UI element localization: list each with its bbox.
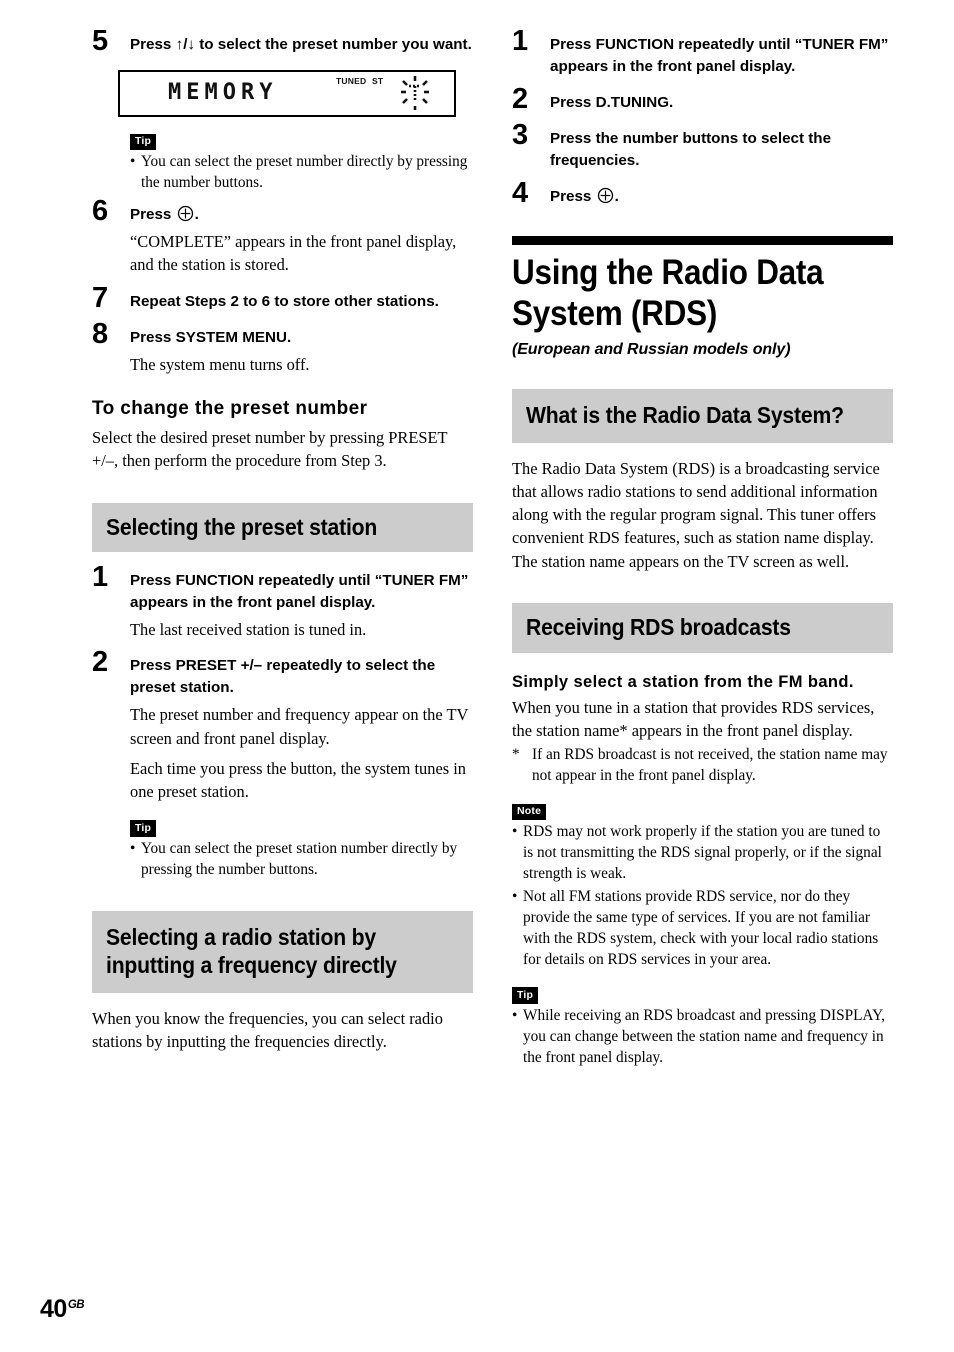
step-3-direct-tuning: 3 Press the number buttons to select the…	[512, 121, 893, 172]
footnote-text: If an RDS broadcast is not received, the…	[532, 746, 888, 785]
tip-list: You can select the preset number directl…	[130, 152, 473, 194]
step-number: 4	[512, 177, 528, 210]
step-number: 1	[92, 561, 108, 594]
step-number: 2	[92, 646, 108, 679]
list-item: You can select the preset station number…	[130, 839, 473, 881]
step-body: Each time you press the button, the syst…	[130, 759, 466, 802]
note-badge: Note	[512, 803, 547, 821]
section-banner-what-is-rds: What is the Radio Data System?	[512, 389, 893, 443]
tip-list: You can select the preset station number…	[130, 839, 473, 881]
step-number: 2	[512, 83, 528, 116]
step-number: 6	[92, 194, 108, 227]
step-title: Press FUNCTION repeatedly until “TUNER F…	[130, 572, 469, 612]
step-title: Press SYSTEM MENU.	[130, 328, 292, 346]
tip-badge: Tip	[130, 820, 157, 837]
step-6: 6 Press . “COMPLETE” appears in the fron…	[92, 196, 473, 277]
paragraph-tune-station: When you tune in a station that provides…	[512, 697, 875, 740]
list-item: You can select the preset number directl…	[130, 152, 473, 194]
tip-badge: Tip	[512, 987, 539, 1004]
step-title-text: Press	[130, 205, 172, 223]
tip-callout-2: Tip You can select the preset station nu…	[130, 818, 473, 881]
step-body: The last received station is tuned in.	[130, 620, 367, 640]
subheading-change-preset-number: To change the preset number	[92, 397, 368, 419]
enter-button-icon	[597, 187, 614, 204]
step-title-text: Press	[550, 188, 592, 206]
front-panel-display-figure: MEMORY TUNED ST	[118, 70, 456, 118]
step-body: “COMPLETE” appears in the front panel di…	[130, 231, 457, 275]
footnote-rds-not-received: * If an RDS broadcast is not received, t…	[512, 745, 893, 787]
list-item: While receiving an RDS broadcast and pre…	[512, 1006, 893, 1069]
list-item: RDS may not work properly if the station…	[512, 822, 893, 885]
step-1-direct-tuning: 1 Press FUNCTION repeatedly until “TUNER…	[512, 27, 893, 78]
step-title: Press ↑/↓ to select the preset number yo…	[130, 36, 472, 53]
step-body: The system menu turns off.	[130, 354, 310, 374]
chapter-rule	[512, 236, 893, 246]
tip-badge: Tip	[130, 133, 157, 151]
stereo-indicator-label: ST	[372, 76, 384, 87]
manual-page: 5 Press ↑/↓ to select the preset number …	[0, 0, 954, 1352]
blinking-preset-digit-icon	[392, 75, 438, 111]
note-callout: Note RDS may not work properly if the st…	[512, 801, 893, 971]
tip-callout-3: Tip While receiving an RDS broadcast and…	[512, 985, 893, 1069]
paragraph-what-is-rds: The Radio Data System (RDS) is a broadca…	[512, 458, 880, 571]
step-title: Press D.TUNING.	[550, 94, 674, 112]
display-text: MEMORY	[168, 78, 278, 109]
section-heading: What is the Radio Data System?	[526, 402, 844, 429]
section-banner-selecting-radio-station: Selecting a radio station by inputting a…	[92, 910, 473, 993]
paragraph-change-preset-number: Select the desired preset number by pres…	[92, 427, 448, 471]
step-8: 8 Press SYSTEM MENU. The system menu tur…	[92, 319, 473, 376]
enter-button-icon	[177, 205, 194, 222]
section-banner-receiving-rds: Receiving RDS broadcasts	[512, 603, 893, 653]
step-number: 3	[512, 119, 528, 152]
page-region-code: GB	[67, 1299, 85, 1311]
list-item: Not all FM stations provide RDS service,…	[512, 887, 893, 971]
step-title: Press .	[550, 186, 893, 208]
paragraph-inputting-frequency: When you know the frequencies, you can s…	[92, 1008, 443, 1051]
section-banner-selecting-preset-station: Selecting the preset station	[92, 502, 473, 553]
step-7: 7 Repeat Steps 2 to 6 to store other sta…	[92, 283, 473, 313]
step-number: 8	[92, 317, 108, 350]
section-heading: Receiving RDS broadcasts	[526, 614, 791, 641]
step-number: 5	[92, 25, 108, 57]
step-body: The preset number and frequency appear o…	[130, 705, 469, 748]
step-title: Press .	[130, 204, 473, 226]
left-column: 5 Press ↑/↓ to select the preset number …	[92, 27, 473, 1053]
chapter-heading-block: Using the Radio Data System (RDS) (Europ…	[512, 236, 893, 359]
tip-callout-1: Tip You can select the preset number dir…	[130, 131, 473, 194]
subheading-simply-select-station: Simply select a station from the FM band…	[512, 672, 854, 691]
step-5: 5 Press ↑/↓ to select the preset number …	[92, 27, 473, 56]
step-2-preset: 2 Press PRESET +/– repeatedly to select …	[92, 648, 473, 803]
step-title-suffix: .	[194, 205, 199, 223]
step-title: Press the number buttons to select the f…	[550, 130, 832, 170]
tuned-indicator-label: TUNED	[336, 76, 367, 87]
step-2-direct-tuning: 2 Press D.TUNING.	[512, 85, 893, 114]
section-heading: Selecting the preset station	[106, 513, 378, 540]
note-list: RDS may not work properly if the station…	[512, 822, 893, 971]
right-column: 1 Press FUNCTION repeatedly until “TUNER…	[512, 27, 893, 1069]
step-title: Press FUNCTION repeatedly until “TUNER F…	[550, 36, 889, 76]
footnote-marker: *	[512, 746, 520, 764]
section-heading: Selecting a radio station by inputting a…	[106, 923, 397, 979]
step-1-preset: 1 Press FUNCTION repeatedly until “TUNER…	[92, 563, 473, 641]
tip-list: While receiving an RDS broadcast and pre…	[512, 1006, 893, 1069]
step-title-suffix: .	[614, 188, 619, 206]
step-number: 1	[512, 25, 528, 57]
step-title: Press PRESET +/– repeatedly to select th…	[130, 657, 436, 697]
page-number: 40GB	[40, 1295, 85, 1324]
page-number-value: 40	[40, 1295, 67, 1323]
step-title: Repeat Steps 2 to 6 to store other stati…	[130, 292, 439, 310]
page-title: Using the Radio Data System (RDS)	[512, 253, 824, 334]
chapter-subtitle: (European and Russian models only)	[512, 341, 791, 359]
step-number: 7	[92, 281, 108, 314]
step-4-direct-tuning: 4 Press .	[512, 179, 893, 208]
